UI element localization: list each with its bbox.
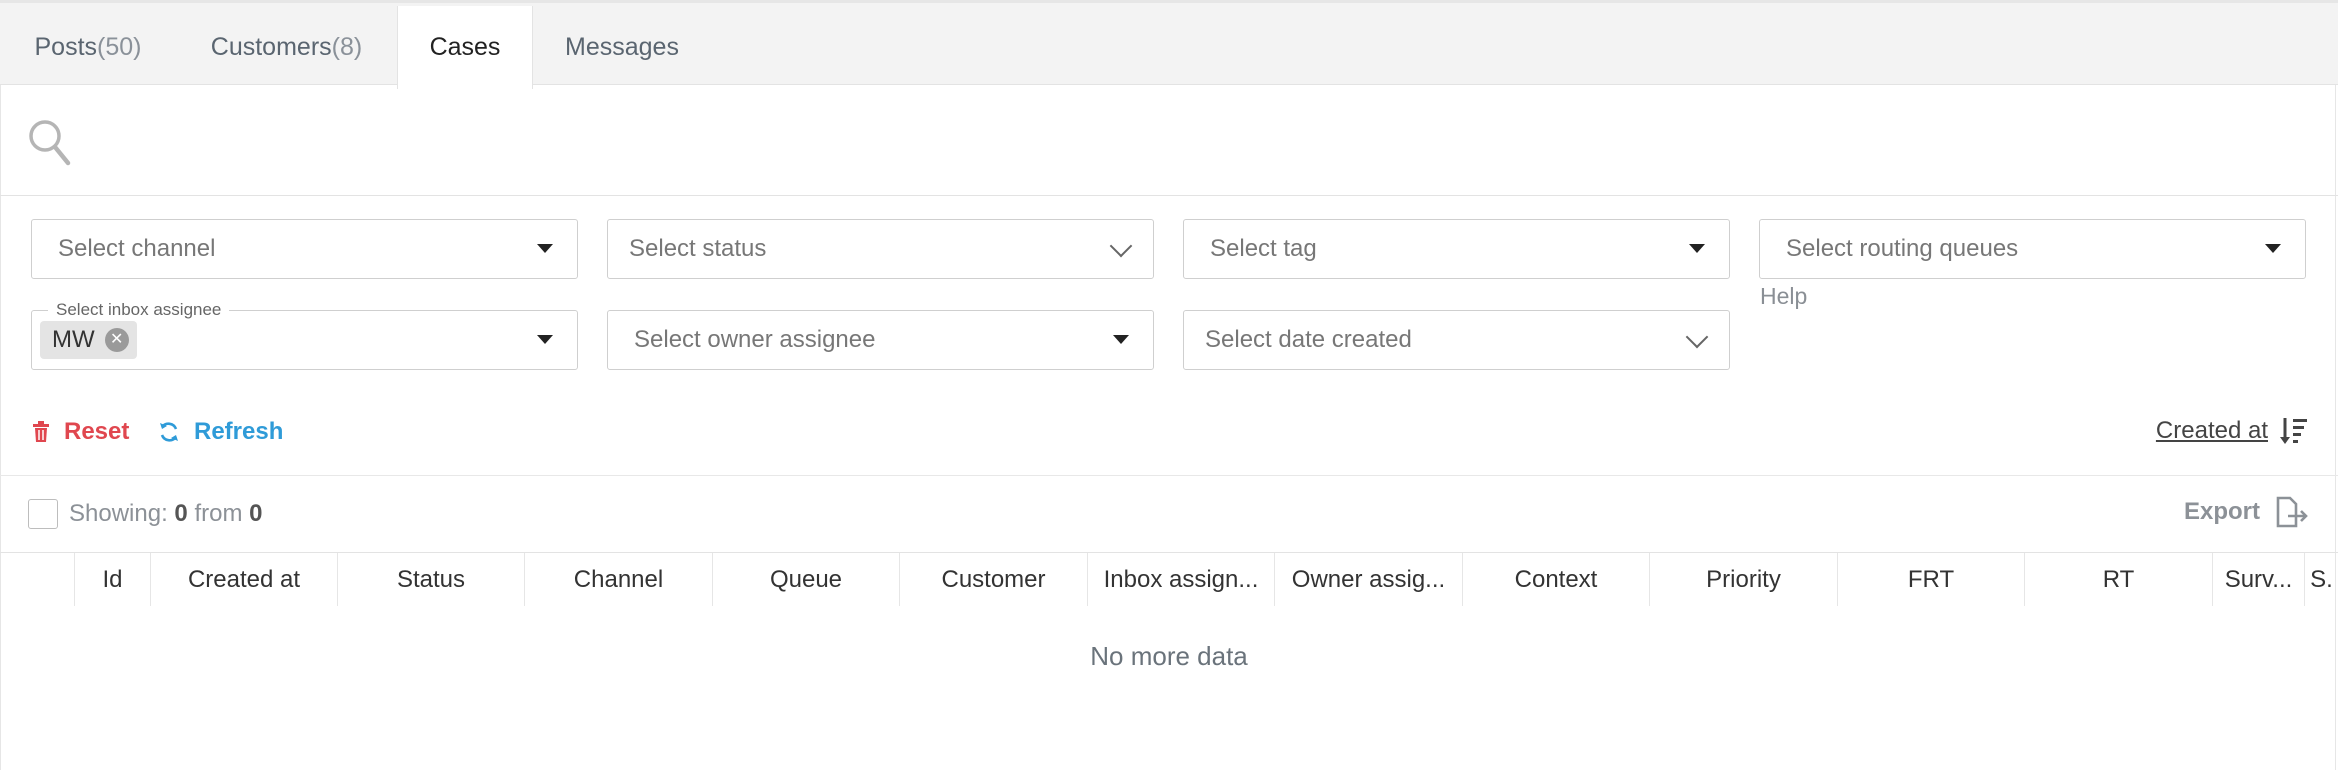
tab-posts-label: Posts <box>34 32 98 61</box>
sort-by-label: Created at <box>2155 417 2268 444</box>
tab-messages[interactable]: Messages <box>533 6 711 88</box>
table-header: Id Created at Status Channel Queue Custo… <box>0 553 2338 606</box>
chevron-down-icon <box>1685 325 1709 349</box>
caret-down-icon <box>2265 244 2281 253</box>
column-header-priority[interactable]: Priority <box>1650 553 1838 606</box>
showing-label: Showing: <box>69 500 168 527</box>
inbox-assignee-legend: Select inbox assignee <box>48 300 230 320</box>
chevron-down-icon <box>1109 234 1133 258</box>
tab-customers-count: (8) <box>331 32 363 61</box>
caret-down-icon <box>537 335 553 344</box>
column-header-spacer <box>0 553 75 606</box>
export-icon <box>2276 496 2308 528</box>
tab-customers-label: Customers <box>210 32 332 61</box>
refresh-label: Refresh <box>194 418 284 445</box>
showing-text: Showing: 0 from 0 <box>69 500 262 528</box>
owner-assignee-select-placeholder: Select owner assignee <box>634 326 876 353</box>
column-header-rt[interactable]: RT <box>2025 553 2213 606</box>
from-label: from <box>194 500 243 527</box>
status-select-placeholder: Select status <box>629 235 767 262</box>
tab-posts-count: (50) <box>97 32 142 61</box>
tab-customers[interactable]: Customers (8) <box>176 6 397 88</box>
sort-descending-icon <box>2280 418 2307 444</box>
search-bar[interactable] <box>0 85 2338 196</box>
assignee-chip-label: MW <box>52 326 95 353</box>
column-header-customer[interactable]: Customer <box>900 553 1088 606</box>
column-header-inbox-assignee[interactable]: Inbox assign... <box>1088 553 1275 606</box>
date-created-select[interactable]: Select date created <box>1183 310 1730 370</box>
reset-label: Reset <box>64 418 130 445</box>
empty-state-text: No more data <box>1090 641 1248 671</box>
column-header-owner-assignee[interactable]: Owner assig... <box>1275 553 1463 606</box>
caret-down-icon <box>1689 244 1705 253</box>
reset-button[interactable]: Reset <box>32 418 129 446</box>
help-link[interactable]: Help <box>1760 283 1807 310</box>
routing-queues-select[interactable]: Select routing queues <box>1759 219 2306 279</box>
column-header-id[interactable]: Id <box>75 553 151 606</box>
date-created-select-placeholder: Select date created <box>1205 326 1412 353</box>
column-header-s[interactable]: S. <box>2305 553 2338 606</box>
sort-by-button[interactable]: Created at <box>2156 416 2308 446</box>
total-count: 0 <box>249 500 263 527</box>
trash-icon <box>33 421 49 442</box>
refresh-button[interactable]: Refresh <box>158 418 283 446</box>
status-select[interactable]: Select status <box>607 219 1154 279</box>
tab-posts[interactable]: Posts (50) <box>0 6 176 88</box>
search-icon[interactable] <box>28 119 72 172</box>
column-header-survey[interactable]: Surv... <box>2213 553 2305 606</box>
tag-select-placeholder: Select tag <box>1210 235 1317 262</box>
tag-select[interactable]: Select tag <box>1183 219 1730 279</box>
caret-down-icon <box>1113 335 1129 344</box>
tab-cases-label: Cases <box>429 33 501 61</box>
results-summary: Showing: 0 from 0 Export <box>0 476 2338 553</box>
tab-cases[interactable]: Cases <box>397 6 533 89</box>
remove-chip-icon[interactable]: ✕ <box>104 328 129 352</box>
caret-down-icon <box>537 244 553 253</box>
column-header-created-at[interactable]: Created at <box>151 553 338 606</box>
column-header-queue[interactable]: Queue <box>713 553 900 606</box>
select-all-checkbox[interactable] <box>28 499 58 529</box>
assignee-chip: MW ✕ <box>40 321 137 359</box>
channel-select-placeholder: Select channel <box>58 235 216 262</box>
shown-count: 0 <box>174 500 188 527</box>
routing-queues-select-placeholder: Select routing queues <box>1786 235 2019 262</box>
refresh-icon <box>160 422 178 442</box>
owner-assignee-select[interactable]: Select owner assignee <box>607 310 1154 370</box>
column-header-channel[interactable]: Channel <box>525 553 713 606</box>
export-button[interactable]: Export <box>2184 496 2308 528</box>
column-header-frt[interactable]: FRT <box>1838 553 2025 606</box>
actions-bar: Reset Refresh Created at <box>0 400 2338 476</box>
column-header-context[interactable]: Context <box>1463 553 1650 606</box>
column-header-status[interactable]: Status <box>338 553 525 606</box>
export-label: Export <box>2183 498 2260 525</box>
tab-bar: Posts (50) Customers (8) Cases Messages <box>0 0 2338 89</box>
tab-messages-label: Messages <box>565 32 679 61</box>
inbox-assignee-select[interactable]: Select inbox assignee MW ✕ <box>31 300 578 370</box>
channel-select[interactable]: Select channel <box>31 219 578 279</box>
